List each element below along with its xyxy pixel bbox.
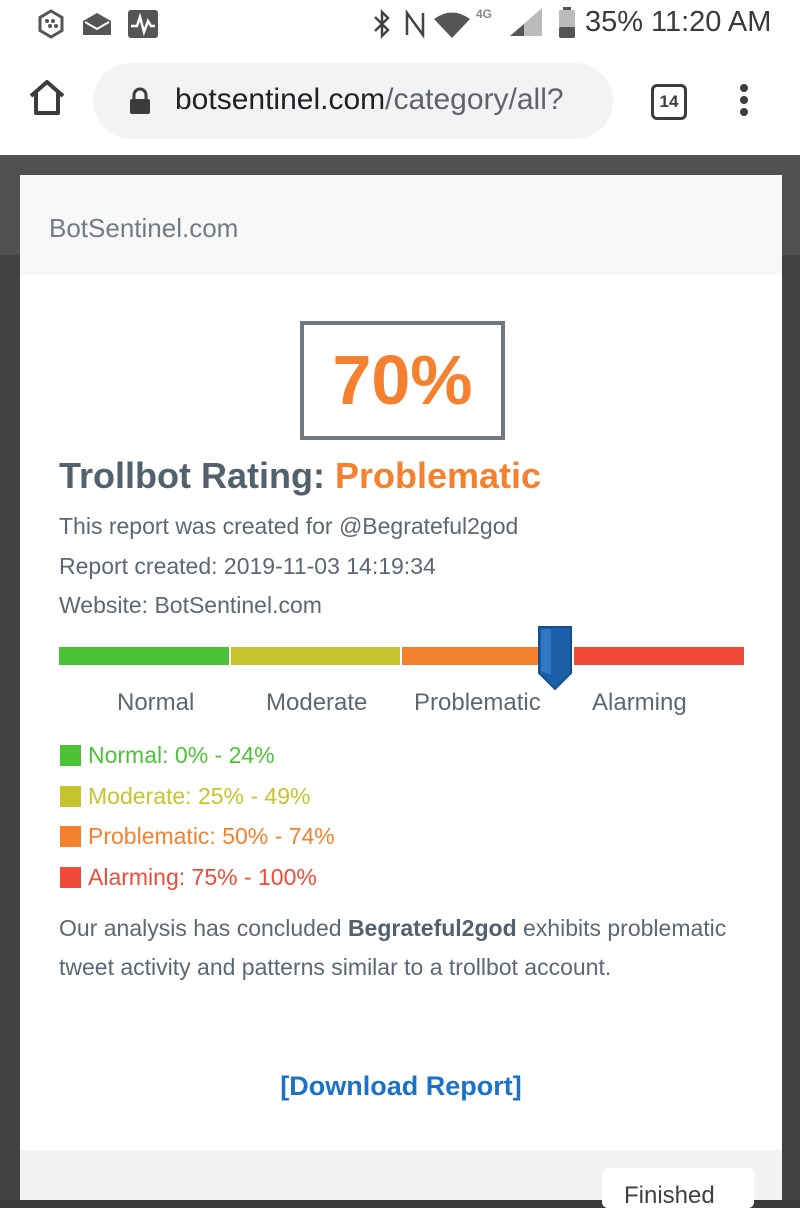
menu-icon[interactable]	[740, 84, 748, 120]
legend-text-moderate: Moderate: 25% - 49%	[88, 783, 311, 809]
scale-label-normal: Normal	[117, 689, 195, 716]
analysis-account: Begrateful2god	[347, 915, 517, 941]
legend-item-moderate: Moderate: 25% - 49%	[60, 783, 310, 810]
svg-text:4G: 4G	[476, 7, 492, 21]
url-text: botsentinel.com/category/all?	[175, 83, 564, 117]
legend-item-normal: Normal: 0% - 24%	[60, 742, 275, 769]
clock: 11:20 AM	[651, 6, 772, 38]
nfc-icon	[404, 9, 426, 44]
finished-button-label[interactable]: Finished	[624, 1182, 715, 1208]
scale-label-moderate: Moderate	[266, 689, 368, 716]
battery-percent: 35%	[585, 6, 644, 38]
blackberry-icon	[36, 9, 66, 44]
modal-header: BotSentinel.com	[20, 175, 782, 275]
wifi-icon	[434, 12, 470, 43]
lock-icon	[129, 87, 151, 120]
activity-icon	[127, 9, 159, 44]
rating-heading: Trollbot Rating: Problematic	[59, 455, 541, 497]
score-value: 70%	[332, 341, 473, 419]
legend-item-alarming: Alarming: 75% - 100%	[60, 864, 317, 891]
legend-text-problematic: Problematic: 50% - 74%	[88, 823, 335, 849]
analysis-text: Our analysis has concluded Begrateful2go…	[59, 909, 739, 987]
report-created: Report created: 2019-11-03 14:19:34	[59, 553, 436, 579]
rating-value: Problematic	[334, 455, 542, 496]
address-bar[interactable]: botsentinel.com/category/all?	[93, 63, 613, 139]
bar-segment-normal	[59, 647, 229, 665]
battery-icon	[558, 7, 576, 44]
scale-label-problematic: Problematic	[414, 689, 541, 716]
bar-segment-alarming	[574, 647, 744, 665]
bluetooth-icon	[372, 8, 392, 44]
report-modal: BotSentinel.com 70% Trollbot Rating: Pro…	[20, 175, 782, 1208]
analysis-prefix: Our analysis has concluded	[59, 915, 348, 941]
browser-toolbar: botsentinel.com/category/all? 14	[0, 48, 800, 155]
signal-icon: 4G	[474, 6, 544, 43]
report-for: This report was created for @Begrateful2…	[59, 513, 519, 539]
url-path: /category/all?	[385, 83, 564, 116]
legend-item-problematic: Problematic: 50% - 74%	[60, 823, 335, 850]
tab-switcher-button[interactable]: 14	[651, 84, 687, 120]
score-marker	[537, 625, 573, 696]
legend-text-alarming: Alarming: 75% - 100%	[88, 864, 317, 890]
download-report-link[interactable]: [Download Report]	[20, 1071, 782, 1102]
website-line: Website: BotSentinel.com	[59, 592, 322, 618]
bar-segment-moderate	[231, 647, 400, 665]
modal-title: BotSentinel.com	[49, 213, 239, 243]
url-host: botsentinel.com	[175, 83, 386, 116]
status-bar: 4G 35% 11:20 AM	[0, 0, 800, 48]
rating-label: Trollbot Rating:	[59, 455, 335, 496]
finished-button[interactable]: Finished	[602, 1168, 754, 1208]
scale-label-alarming: Alarming	[592, 689, 687, 716]
download-report-label[interactable]: [Download Report]	[280, 1071, 521, 1101]
home-icon[interactable]	[27, 78, 67, 121]
mail-icon	[82, 12, 112, 41]
score-box: 70%	[300, 321, 505, 440]
legend-text-normal: Normal: 0% - 24%	[88, 742, 275, 768]
